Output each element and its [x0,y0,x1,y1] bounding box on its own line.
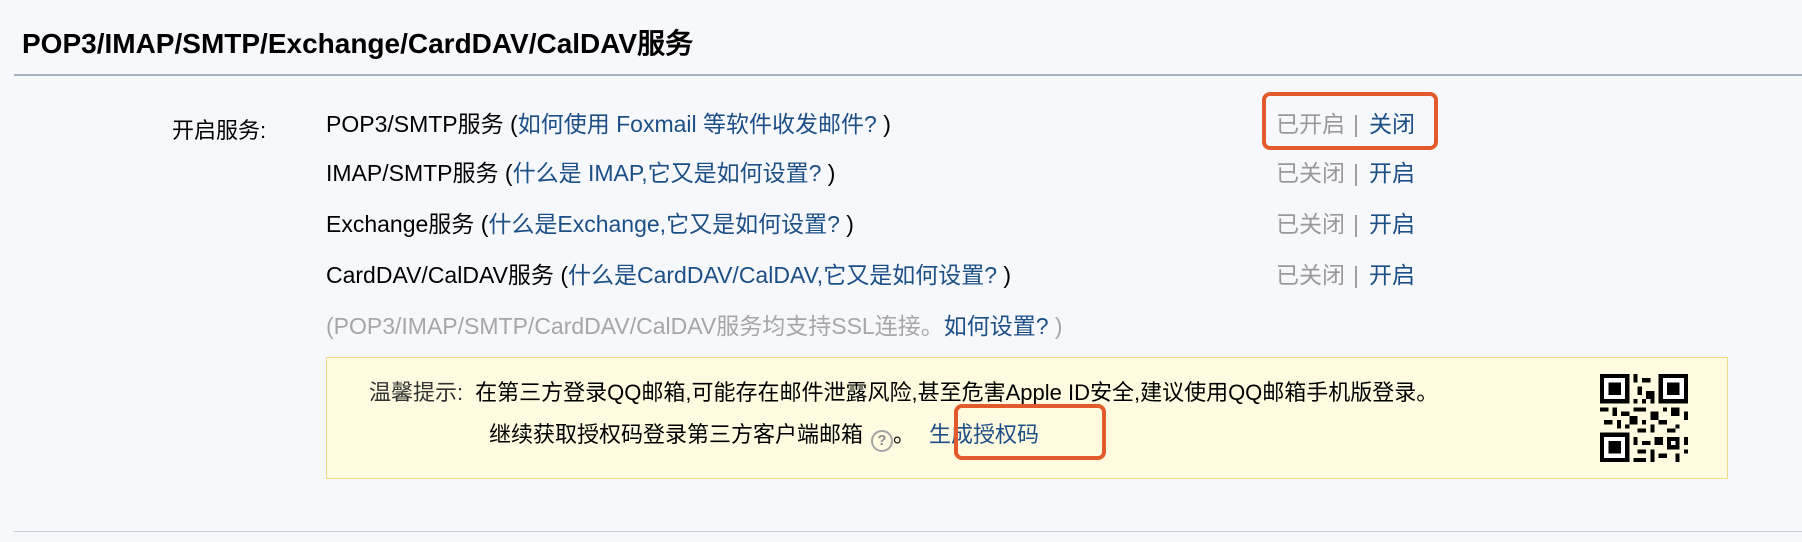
service-name: IMAP/SMTP服务 [326,160,499,186]
help-link-exchange[interactable]: 什么是Exchange,它又是如何设置? [488,211,839,237]
tip-auth-line: 继续获取授权码登录第三方客户端邮箱?。生成授权码 [489,420,1039,452]
help-link-imap[interactable]: 什么是 IMAP,它又是如何设置? [513,160,822,186]
status-carddav: 已关闭 | 开启 [1276,262,1415,288]
help-link-pop3[interactable]: 如何使用 Foxmail 等软件收发邮件? [518,111,877,137]
section-title: POP3/IMAP/SMTP/Exchange/CardDAV/CalDAV服务 [22,28,694,59]
status-state: 已关闭 [1276,262,1345,288]
service-row-imap: IMAP/SMTP服务 (什么是 IMAP,它又是如何设置? ) [326,160,836,186]
service-name: CardDAV/CalDAV服务 [326,262,554,288]
status-state: 已关闭 [1276,160,1345,186]
toggle-carddav-button[interactable]: 开启 [1369,262,1415,288]
help-link-carddav[interactable]: 什么是CardDAV/CalDAV,它又是如何设置? [568,262,997,288]
tip-box: 温馨提示: 在第三方登录QQ邮箱,可能存在邮件泄露风险,甚至危害Apple ID安… [326,357,1728,479]
service-row-carddav: CardDAV/CalDAV服务 (什么是CardDAV/CalDAV,它又是如… [326,262,1012,288]
status-pop3: 已开启 | 关闭 [1276,111,1415,137]
service-row-exchange: Exchange服务 (什么是Exchange,它又是如何设置? ) [326,211,854,237]
ssl-help-link[interactable]: 如何设置? [944,313,1049,339]
qr-code-icon [1600,374,1688,462]
service-name: POP3/SMTP服务 [326,111,504,137]
toggle-exchange-button[interactable]: 开启 [1369,211,1415,237]
service-row-pop3: POP3/SMTP服务 (如何使用 Foxmail 等软件收发邮件? ) [326,111,891,137]
status-imap: 已关闭 | 开启 [1276,160,1415,186]
ssl-note: (POP3/IMAP/SMTP/CardDAV/CalDAV服务均支持SSL连接… [326,313,1063,339]
generate-auth-code-link[interactable]: 生成授权码 [929,422,1039,447]
help-icon[interactable]: ? [871,430,894,452]
tip-message: 温馨提示: 在第三方登录QQ邮箱,可能存在邮件泄露风险,甚至危害Apple ID安… [369,380,1439,405]
status-state: 已关闭 [1276,211,1345,237]
status-exchange: 已关闭 | 开启 [1276,211,1415,237]
toggle-imap-button[interactable]: 开启 [1369,160,1415,186]
services-label: 开启服务: [172,118,267,143]
tip-prefix: 温馨提示: [369,380,464,405]
title-divider [14,74,1802,76]
bottom-divider [14,531,1802,532]
toggle-pop3-button[interactable]: 关闭 [1369,111,1415,137]
service-name: Exchange服务 [326,211,475,237]
status-state: 已开启 [1276,111,1345,137]
